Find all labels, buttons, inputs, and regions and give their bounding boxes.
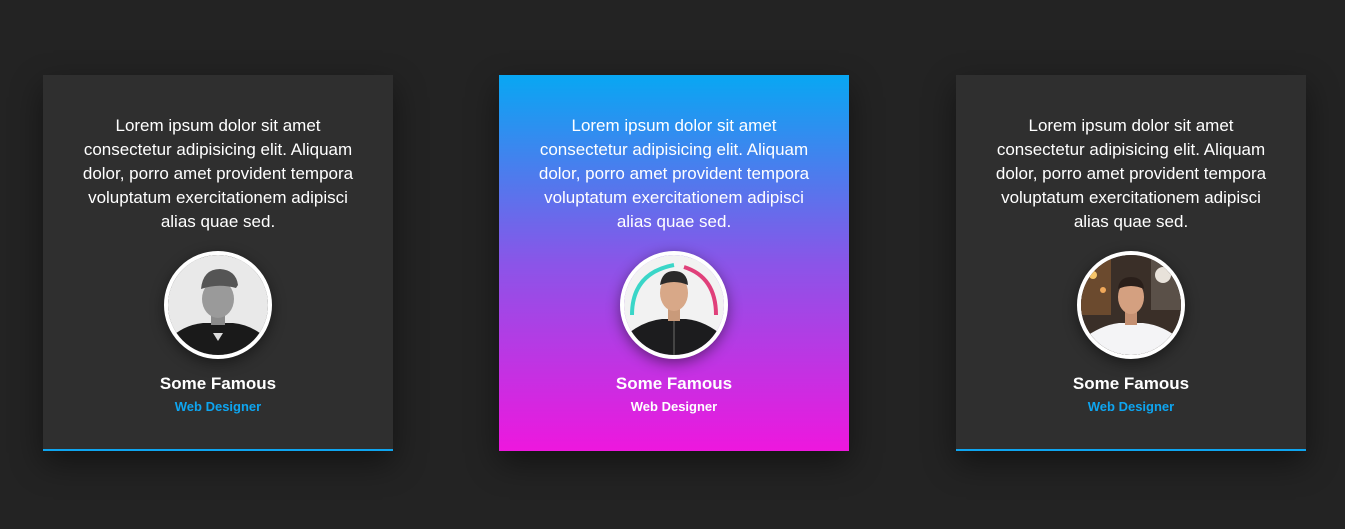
person-name: Some Famous	[1072, 374, 1190, 393]
person-role: Web Designer	[630, 399, 718, 414]
avatar	[164, 251, 272, 359]
testimonial-quote: Lorem ipsum dolor sit amet consectetur a…	[995, 116, 1267, 231]
person-name: Some Famous	[615, 374, 733, 393]
testimonial-quote: Lorem ipsum dolor sit amet consectetur a…	[538, 116, 810, 231]
testimonial-quote: Lorem ipsum dolor sit amet consectetur a…	[82, 116, 354, 231]
testimonial-card-highlighted: Lorem ipsum dolor sit amet consectetur a…	[499, 75, 849, 451]
person-photo-icon	[1081, 255, 1181, 355]
avatar	[620, 251, 728, 359]
testimonial-card: Lorem ipsum dolor sit amet consectetur a…	[956, 75, 1306, 451]
person-photo-icon	[168, 255, 268, 355]
person-photo-icon	[624, 255, 724, 355]
testimonial-card: Lorem ipsum dolor sit amet consectetur a…	[43, 75, 393, 451]
testimonials-section: Lorem ipsum dolor sit amet consectetur a…	[0, 0, 1345, 529]
avatar	[1077, 251, 1185, 359]
person-role: Web Designer	[174, 399, 262, 414]
person-role: Web Designer	[1087, 399, 1175, 414]
person-name: Some Famous	[159, 374, 277, 393]
